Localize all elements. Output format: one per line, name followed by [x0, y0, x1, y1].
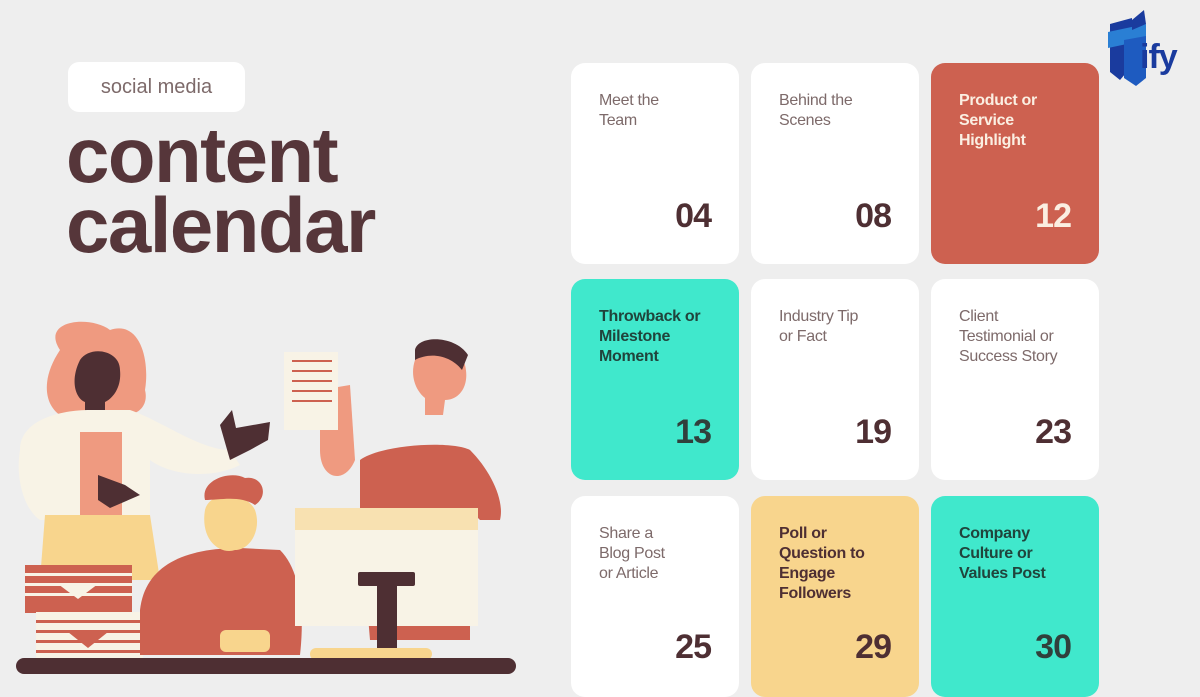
card-day: 13 [675, 413, 712, 451]
title-line-1: content [66, 111, 339, 199]
woman-vest [80, 432, 122, 520]
card-label: Meet the Team [599, 92, 659, 129]
calendar-card[interactable]: Product or Service Highlight 12 [931, 63, 1099, 264]
woman-body [18, 410, 240, 520]
logo-text: ify [1140, 38, 1178, 76]
card-day: 19 [855, 413, 892, 451]
calendar-card[interactable]: Client Testimonial or Success Story 23 [931, 279, 1099, 480]
office-team-illustration [16, 321, 516, 674]
calendar-card[interactable]: Industry Tip or Fact 19 [751, 279, 919, 480]
mail-stack-icon [25, 565, 143, 662]
tag-label: social media [100, 75, 213, 98]
monitor-glare [295, 508, 478, 530]
card-label: Behind the Scenes [779, 92, 853, 129]
card-day: 30 [1035, 628, 1072, 666]
seated-man-hand [220, 630, 270, 652]
calendar-card[interactable]: Behind the Scenes 08 [751, 63, 919, 264]
card-label: Industry Tip or Fact [779, 308, 859, 345]
card-label: Product or Service Highlight [959, 92, 1037, 149]
card-day: 23 [1035, 413, 1072, 451]
calendar-card[interactable]: Meet the Team 04 [571, 63, 739, 264]
page-title: content calendar [66, 111, 376, 269]
calendar-card[interactable]: Poll or Question to Engage Followers 29 [751, 496, 919, 697]
calendar-card[interactable]: Company Culture or Values Post 30 [931, 496, 1099, 697]
monitor-stand [377, 572, 397, 660]
seated-man-head [204, 495, 258, 551]
card-day: 25 [675, 628, 712, 666]
calendar-card[interactable]: Share a Blog Post or Article 25 [571, 496, 739, 697]
card-label: Client Testimonial or Success Story [959, 308, 1058, 365]
card-day: 12 [1035, 197, 1072, 235]
calendar-card[interactable]: Throwback or Milestone Moment 13 [571, 279, 739, 480]
document-icon [284, 352, 338, 430]
card-day: 04 [675, 197, 712, 235]
card-label: Poll or Question to Engage Followers [779, 525, 865, 602]
title-line-2: calendar [66, 181, 376, 269]
card-label: Company Culture or Values Post [959, 525, 1046, 582]
card-label: Share a Blog Post or Article [599, 525, 665, 582]
card-day: 29 [855, 628, 892, 666]
desk [16, 658, 516, 674]
card-label: Throwback or Milestone Moment [599, 308, 701, 365]
card-day: 08 [855, 197, 892, 235]
social-media-tag: social media [68, 62, 245, 112]
